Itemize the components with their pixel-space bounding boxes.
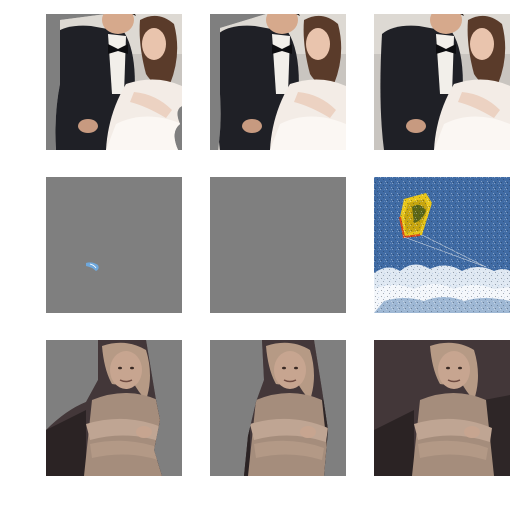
kite-masked-coarse-tile bbox=[46, 177, 182, 313]
woman-original-image bbox=[374, 340, 510, 476]
woman-masked-coarse-image bbox=[46, 340, 182, 476]
wedding-masked-coarse-tile bbox=[46, 14, 182, 150]
wedding-masked-coarse-image bbox=[46, 14, 182, 150]
kite-original-tile bbox=[374, 177, 510, 313]
wedding-masked-fine-image bbox=[210, 14, 346, 150]
wedding-original-image bbox=[374, 14, 510, 150]
kite-masked-coarse-image bbox=[46, 177, 182, 313]
woman-masked-coarse-tile bbox=[46, 340, 182, 476]
woman-masked-fine-tile bbox=[210, 340, 346, 476]
woman-original-tile bbox=[374, 340, 510, 476]
kite-masked-fine-image bbox=[210, 177, 346, 313]
kite-masked-fine-tile bbox=[210, 177, 346, 313]
kite-original-image bbox=[374, 177, 510, 313]
wedding-masked-fine-tile bbox=[210, 14, 346, 150]
woman-masked-fine-image bbox=[210, 340, 346, 476]
image-grid bbox=[0, 0, 520, 510]
wedding-original-tile bbox=[374, 14, 510, 150]
